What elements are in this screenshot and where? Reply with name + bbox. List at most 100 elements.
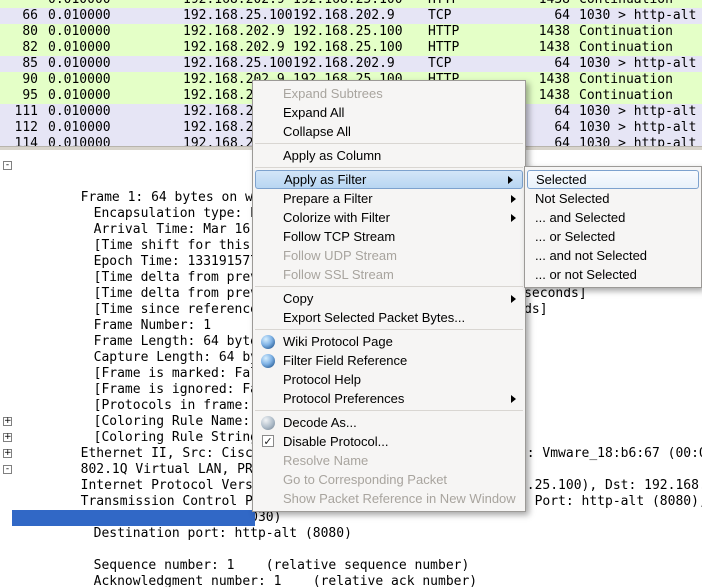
submenu-arrow-icon <box>508 175 513 184</box>
packet-no: 80 <box>22 24 38 39</box>
menu-item-label: Follow TCP Stream <box>283 229 396 244</box>
packet-row[interactable]: 0.010000 192.168.202.9 192.168.25.100 HT… <box>0 0 702 8</box>
context-menu-item: Go to Corresponding Packet <box>253 470 525 489</box>
packet-time: 0.010000 <box>48 88 111 103</box>
packet-time: 0.010000 <box>48 0 111 8</box>
detail-line[interactable]: Header length: 20 bytes <box>0 558 702 574</box>
menu-icon-slot <box>259 310 283 326</box>
menu-item-label: Expand All <box>283 105 345 120</box>
globe-icon <box>259 353 283 369</box>
packet-no: 66 <box>22 8 38 23</box>
menu-item-label: Filter Field Reference <box>283 353 408 368</box>
menu-item-label: Prepare a Filter <box>283 191 373 206</box>
context-menu-item[interactable]: Collapse All <box>253 122 525 141</box>
submenu-arrow-icon <box>511 194 516 203</box>
packet-destination: 192.168.25.100 <box>293 24 403 39</box>
tree-expander-icon[interactable]: + <box>3 417 12 426</box>
packet-source: 192.168.202.9 <box>183 0 285 8</box>
packet-info: Continuation <box>579 72 673 87</box>
detail-line[interactable]: Sequence number: 1 (relative sequence nu… <box>0 526 702 573</box>
context-menu-item[interactable]: Apply as Filter <box>255 170 523 189</box>
context-menu-item[interactable]: Filter Field Reference <box>253 351 525 370</box>
packet-no: 90 <box>22 72 38 87</box>
packet-info: 1030 > http-alt [ACK] Seq=1 Ack=1 Win=64… <box>579 56 697 71</box>
menu-icon-slot <box>259 453 283 469</box>
context-menu-item[interactable]: Export Selected Packet Bytes... <box>253 308 525 327</box>
detail-text: Acknowledgment number: 1 (relative ack n… <box>93 574 478 587</box>
tree-expander-icon[interactable]: + <box>3 449 12 458</box>
context-menu-item: Follow SSL Stream <box>253 265 525 284</box>
tree-expander-icon[interactable]: + <box>3 433 12 442</box>
menu-item-label: Wiki Protocol Page <box>283 334 393 349</box>
packet-length: 64 <box>554 56 570 71</box>
packet-row[interactable]: 66 0.010000 192.168.25.100 192.168.202.9… <box>0 8 702 24</box>
menu-icon-slot <box>259 124 283 140</box>
packet-info: Continuation <box>579 40 673 55</box>
packet-info: 1030 > http-alt [ACK] Seq=1 Ack=1 Win=64… <box>579 8 697 23</box>
context-menu-item[interactable]: Disable Protocol... <box>253 432 525 451</box>
packet-row[interactable]: 80 0.010000 192.168.202.9 192.168.25.100… <box>0 24 702 40</box>
packet-destination: 192.168.202.9 <box>293 56 395 71</box>
packet-time: 0.010000 <box>48 8 111 23</box>
submenu-item[interactable]: ... or not Selected <box>525 265 701 284</box>
detail-line[interactable]: Acknowledgment number: 1 (relative ack n… <box>0 542 702 587</box>
context-menu-item[interactable]: Colorize with Filter <box>253 208 525 227</box>
menu-icon-slot <box>259 86 283 102</box>
packet-protocol: HTTP <box>428 0 459 8</box>
tree-expander-icon[interactable]: - <box>3 465 12 474</box>
menu-item-label: Collapse All <box>283 124 351 139</box>
context-menu-item[interactable]: Prepare a Filter <box>253 189 525 208</box>
context-menu-item: Follow UDP Stream <box>253 246 525 265</box>
menu-item-label: Resolve Name <box>283 453 369 468</box>
packet-row[interactable]: 85 0.010000 192.168.25.100 192.168.202.9… <box>0 56 702 72</box>
menu-item-label: Disable Protocol... <box>283 434 389 449</box>
packet-info: 1030 > http-alt [ACK] Seq=1 Ack=1 Win=64… <box>579 136 697 146</box>
menu-item-label: Follow SSL Stream <box>283 267 394 282</box>
packet-time: 0.010000 <box>48 136 111 146</box>
packet-time: 0.010000 <box>48 104 111 119</box>
menu-icon-slot <box>259 291 283 307</box>
context-menu-item[interactable]: Apply as Column <box>253 146 525 165</box>
menu-icon-slot <box>259 105 283 121</box>
packet-no: 111 <box>14 104 38 119</box>
context-menu-item[interactable]: Follow TCP Stream <box>253 227 525 246</box>
tree-expander-icon[interactable]: - <box>3 161 12 170</box>
menu-icon-slot <box>259 267 283 283</box>
packet-destination: 192.168.202.9 <box>293 8 395 23</box>
submenu-item[interactable]: Not Selected <box>525 189 701 208</box>
menu-item-label: Export Selected Packet Bytes... <box>283 310 466 325</box>
submenu-item[interactable]: ... or Selected <box>525 227 701 246</box>
detail-line[interactable]: [Stream index: 0] <box>0 510 702 557</box>
context-menu-item: Show Packet Reference in New Window <box>253 489 525 508</box>
menu-icon-slot <box>259 148 283 164</box>
wireshark-window: 0.010000 192.168.202.9 192.168.25.100 HT… <box>0 0 702 587</box>
context-menu-item[interactable]: Protocol Help <box>253 370 525 389</box>
packet-no: 95 <box>22 88 38 103</box>
context-menu-item[interactable]: Expand All <box>253 103 525 122</box>
packet-protocol: TCP <box>428 8 452 23</box>
packet-protocol: HTTP <box>428 24 460 39</box>
submenu-arrow-icon <box>511 294 516 303</box>
packet-destination: 192.168.25.100 <box>293 40 403 55</box>
context-menu-item[interactable]: Decode As... <box>253 413 525 432</box>
context-menu-item[interactable]: Protocol Preferences <box>253 389 525 408</box>
menu-item-label: Apply as Filter <box>284 172 367 187</box>
submenu-item[interactable]: ... and Selected <box>525 208 701 227</box>
packet-time: 0.010000 <box>48 24 111 39</box>
submenu-item[interactable]: Selected <box>527 170 699 189</box>
packet-time: 0.010000 <box>48 40 111 55</box>
packet-no: 85 <box>22 56 38 71</box>
packet-row[interactable]: 82 0.010000 192.168.202.9 192.168.25.100… <box>0 40 702 56</box>
context-menu-item[interactable]: Copy <box>253 289 525 308</box>
submenu-item[interactable]: ... and not Selected <box>525 246 701 265</box>
packet-info: Continuation <box>579 0 702 8</box>
context-menu-item: Expand Subtrees <box>253 84 525 103</box>
apply-as-filter-submenu: Selected Not Selected ... and Selected .… <box>524 166 702 288</box>
menu-item-label: Show Packet Reference in New Window <box>283 491 516 506</box>
packet-time: 0.010000 <box>48 56 111 71</box>
packet-length: 64 <box>554 8 570 23</box>
packet-destination: 192.168.25.100 <box>293 0 403 8</box>
context-menu-item[interactable]: Wiki Protocol Page <box>253 332 525 351</box>
packet-no: 82 <box>22 40 38 55</box>
menu-item-label: Protocol Preferences <box>283 391 405 406</box>
